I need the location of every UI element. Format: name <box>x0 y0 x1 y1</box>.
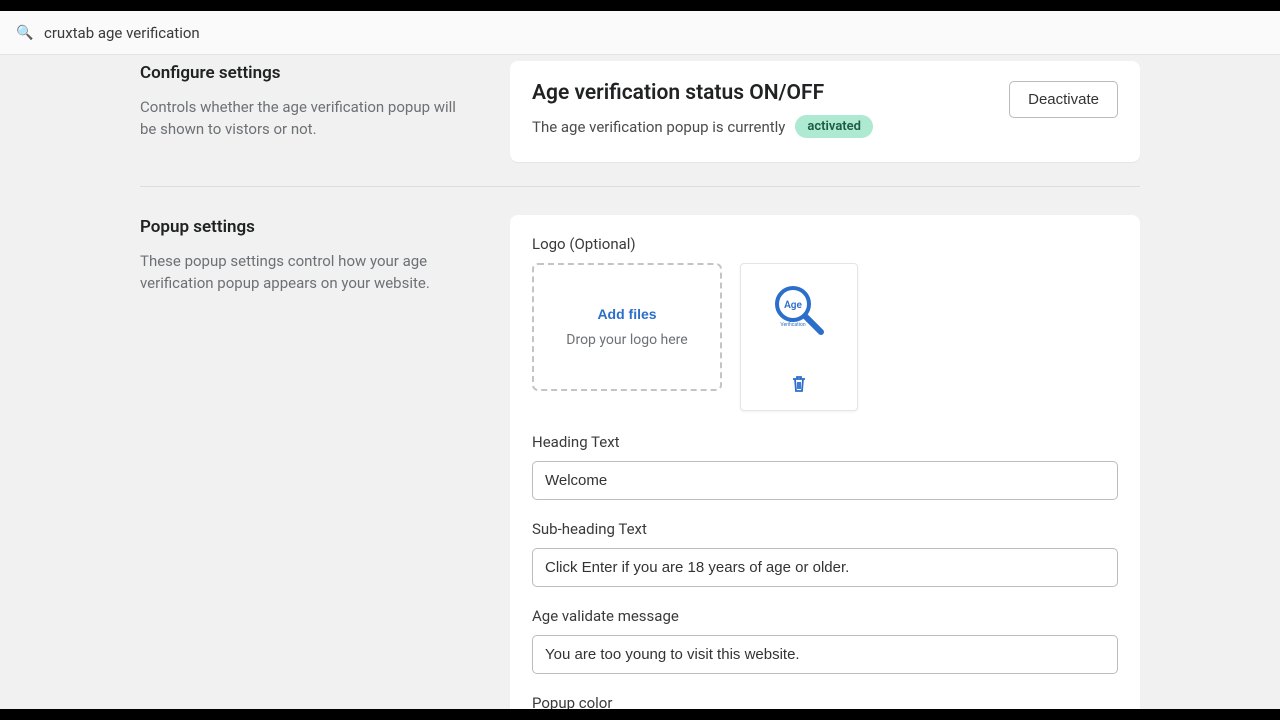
heading-text-input[interactable] <box>532 461 1118 500</box>
configure-heading: Configure settings <box>140 63 470 83</box>
status-title: Age verification status ON/OFF <box>532 81 873 105</box>
logo-label: Logo (Optional) <box>532 235 1118 253</box>
popup-description: These popup settings control how your ag… <box>140 251 470 295</box>
age-message-label: Age validate message <box>532 607 1118 625</box>
subheading-text-label: Sub-heading Text <box>532 520 1118 538</box>
window-title-bar: 🔍 cruxtab age verification <box>0 11 1280 55</box>
status-subtitle: The age verification popup is currently <box>532 118 785 136</box>
deactivate-button[interactable]: Deactivate <box>1009 81 1118 118</box>
trash-icon <box>791 375 807 393</box>
logo-preview: Age Verification <box>740 263 858 411</box>
drop-hint: Drop your logo here <box>566 332 687 348</box>
svg-text:Verification: Verification <box>780 321 805 328</box>
age-message-input[interactable] <box>532 635 1118 674</box>
magnifier-age-icon: Age Verification <box>769 282 829 342</box>
window-title: cruxtab age verification <box>44 24 200 42</box>
popup-card: Logo (Optional) Add files Drop your logo… <box>510 215 1140 709</box>
status-card: Age verification status ON/OFF The age v… <box>510 61 1140 162</box>
svg-text:Age: Age <box>784 300 802 311</box>
app-icon: 🔍 <box>16 24 34 42</box>
logo-dropzone[interactable]: Add files Drop your logo here <box>532 263 722 391</box>
section-configure: Configure settings Controls whether the … <box>140 57 1140 186</box>
letterbox-bottom <box>0 709 1280 720</box>
subheading-text-input[interactable] <box>532 548 1118 587</box>
delete-logo-button[interactable] <box>787 371 811 400</box>
popup-heading: Popup settings <box>140 217 470 237</box>
section-popup: Popup settings These popup settings cont… <box>140 186 1140 709</box>
popup-color-label: Popup color <box>532 694 1118 709</box>
add-files-button[interactable]: Add files <box>597 306 656 322</box>
configure-description: Controls whether the age verification po… <box>140 97 470 141</box>
status-badge: activated <box>795 115 873 138</box>
letterbox-top <box>0 0 1280 11</box>
heading-text-label: Heading Text <box>532 433 1118 451</box>
